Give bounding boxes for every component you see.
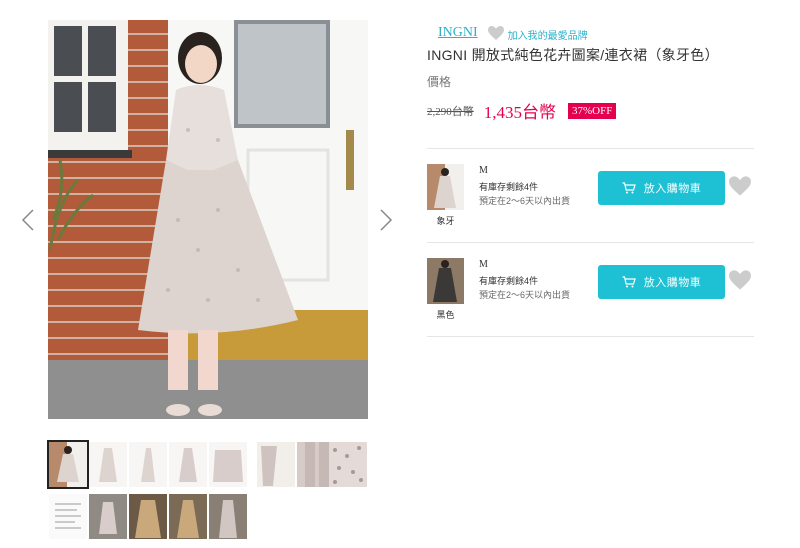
- variant-thumbnail[interactable]: [427, 164, 464, 210]
- cart-icon: [622, 182, 636, 194]
- heart-icon: [729, 176, 751, 196]
- variant-size: M: [479, 165, 488, 176]
- add-to-cart-button[interactable]: 放入購物車: [598, 171, 725, 205]
- gallery-next-button[interactable]: [378, 208, 394, 232]
- add-to-cart-label: 放入購物車: [643, 277, 702, 289]
- variant-stock: 有庫存剩餘4件: [479, 182, 539, 192]
- add-to-wishlist-button[interactable]: [729, 270, 751, 290]
- gallery-thumbnail[interactable]: [169, 494, 207, 539]
- gallery-thumbnail[interactable]: [129, 442, 167, 487]
- variant-color-label: 黑色: [436, 310, 455, 320]
- variant-color-label: 象牙: [436, 216, 455, 226]
- add-to-cart-button[interactable]: 放入購物車: [598, 265, 725, 299]
- main-product-photo: [48, 20, 368, 419]
- sale-price: 1,435台幣: [483, 103, 556, 122]
- gallery-thumbnail[interactable]: [129, 494, 167, 539]
- product-title: INGNI 開放式純色花卉圖案/連衣裙（象牙色）: [427, 47, 719, 63]
- chevron-left-icon: [21, 209, 34, 231]
- gallery-thumbnail[interactable]: [209, 494, 247, 539]
- favorite-brand-button[interactable]: 加入我的最愛品牌: [487, 23, 588, 42]
- brand-link[interactable]: INGNI: [438, 25, 478, 41]
- divider: [427, 336, 754, 337]
- original-price: 2,290台幣: [427, 105, 474, 118]
- heart-icon: [729, 270, 751, 290]
- variant-stock: 有庫存剩餘4件: [479, 276, 539, 286]
- gallery-thumbnail[interactable]: [89, 442, 127, 487]
- variant-thumbnail[interactable]: [427, 258, 464, 304]
- price-label: 價格: [427, 75, 452, 89]
- divider: [427, 148, 754, 149]
- brand-row: INGNI 加入我的最愛品牌: [438, 23, 588, 43]
- gallery-thumbnail[interactable]: [329, 442, 367, 487]
- gallery-thumbnail[interactable]: [169, 442, 207, 487]
- gallery-thumbnail[interactable]: [47, 440, 89, 489]
- gallery-thumbnail[interactable]: [49, 494, 87, 539]
- variant-shipping-eta: 預定在2～6天以內出貨: [479, 290, 571, 300]
- price-row: 2,290台幣 1,435台幣 37%OFF: [427, 98, 617, 123]
- divider: [427, 242, 754, 243]
- variant-row: 黑色 M 有庫存剩餘4件 預定在2～6天以內出貨 放入購物車: [427, 258, 754, 342]
- variant-size: M: [479, 259, 488, 270]
- variant-row: 象牙 M 有庫存剩餘4件 預定在2～6天以內出貨 放入購物車: [427, 164, 754, 248]
- variant-shipping-eta: 預定在2～6天以內出貨: [479, 196, 571, 206]
- cart-icon: [622, 276, 636, 288]
- gallery-thumbnail[interactable]: [209, 442, 247, 487]
- gallery-thumbnail[interactable]: [89, 494, 127, 539]
- discount-badge: 37%OFF: [568, 102, 617, 119]
- favorite-brand-label: 加入我的最愛品牌: [507, 31, 588, 42]
- gallery-prev-button[interactable]: [20, 208, 36, 232]
- add-to-cart-label: 放入購物車: [643, 183, 702, 195]
- add-to-wishlist-button[interactable]: [729, 176, 751, 196]
- chevron-right-icon: [380, 209, 393, 231]
- heart-icon: [487, 25, 504, 40]
- gallery-thumbnail[interactable]: [257, 442, 295, 487]
